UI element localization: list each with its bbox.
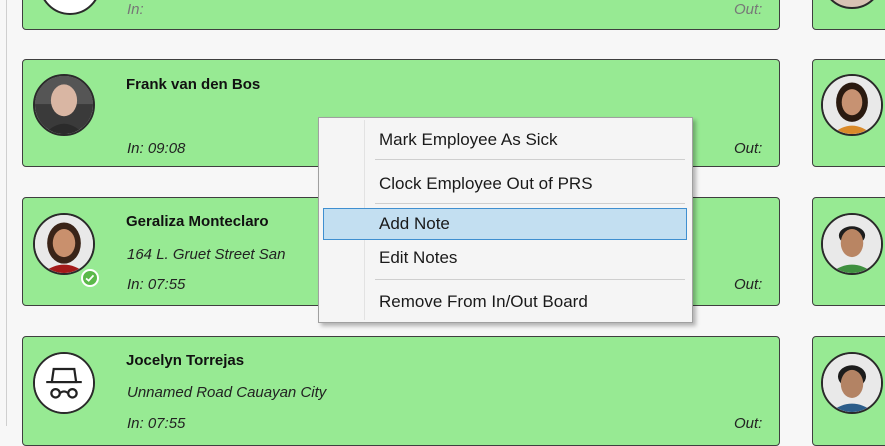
menu-item-clock-out[interactable]: Clock Employee Out of PRS xyxy=(323,168,687,200)
employee-card[interactable]: Jocelyn Torrejas Unnamed Road Cauayan Ci… xyxy=(22,336,780,446)
clock-in-label: In: xyxy=(127,1,144,18)
menu-separator xyxy=(375,159,685,160)
avatar xyxy=(821,0,883,9)
avatar xyxy=(33,352,95,414)
menu-separator xyxy=(375,279,685,280)
avatar xyxy=(821,213,883,275)
board-left-divider xyxy=(6,0,7,426)
employee-card[interactable]: In: Out: xyxy=(22,0,780,30)
employee-card[interactable] xyxy=(812,0,885,30)
clock-in-label: In: 09:08 xyxy=(127,140,186,157)
avatar xyxy=(39,0,101,15)
menu-item-mark-sick[interactable]: Mark Employee As Sick xyxy=(323,124,687,156)
avatar xyxy=(33,213,95,275)
clock-out-label: Out: xyxy=(734,1,763,18)
clock-out-label: Out: xyxy=(734,276,763,293)
clock-in-label: In: 07:55 xyxy=(127,276,186,293)
employee-card[interactable] xyxy=(812,336,885,446)
employee-name: Jocelyn Torrejas xyxy=(126,352,245,369)
employee-address: 164 L. Gruet Street San xyxy=(127,246,286,263)
clock-out-label: Out: xyxy=(734,415,763,432)
check-icon xyxy=(81,269,99,287)
avatar xyxy=(821,74,883,136)
menu-item-add-note[interactable]: Add Note xyxy=(323,208,687,240)
context-menu: Mark Employee As Sick Clock Employee Out… xyxy=(318,117,693,323)
employee-name: Geraliza Monteclaro xyxy=(126,213,269,230)
avatar xyxy=(33,74,95,136)
employee-name: Frank van den Bos xyxy=(126,76,261,93)
clock-in-label: In: 07:55 xyxy=(127,415,186,432)
employee-card[interactable] xyxy=(812,197,885,306)
employee-address: Unnamed Road Cauayan City xyxy=(127,384,327,401)
menu-item-remove-from-board[interactable]: Remove From In/Out Board xyxy=(323,286,687,318)
incognito-icon xyxy=(35,354,93,412)
employee-card[interactable] xyxy=(812,59,885,167)
clock-out-label: Out: xyxy=(734,140,763,157)
menu-item-edit-notes[interactable]: Edit Notes xyxy=(323,242,687,274)
avatar xyxy=(821,352,883,414)
menu-separator xyxy=(375,203,685,204)
